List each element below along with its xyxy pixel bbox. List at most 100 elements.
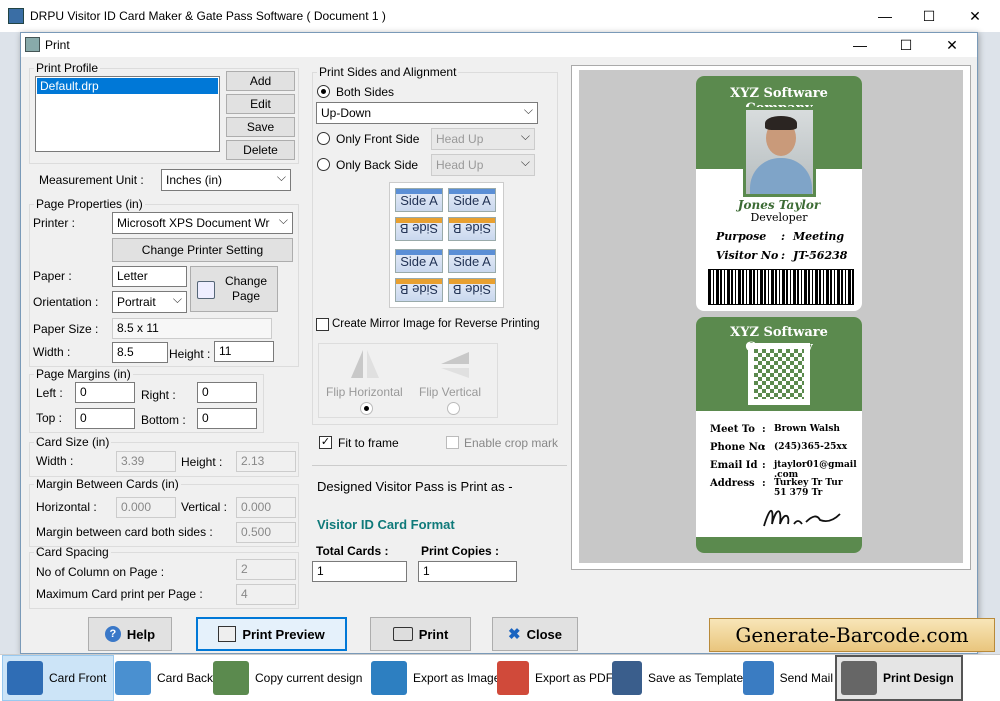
save-template-button[interactable]: Save as Template xyxy=(612,655,743,701)
app-maximize-button[interactable]: ☐ xyxy=(906,0,952,32)
left-margin-field[interactable]: 0 xyxy=(75,382,135,403)
help-label: Help xyxy=(126,626,156,642)
crop-mark-checkbox[interactable] xyxy=(446,436,459,449)
layout-preview: Side A Side A Side B Side B Side A Side … xyxy=(389,182,504,308)
print-copies-field[interactable]: 1 xyxy=(418,561,517,582)
card-back-button[interactable]: Card Back xyxy=(115,655,213,701)
measurement-unit-select[interactable]: Inches (in) xyxy=(161,169,291,191)
change-printer-button[interactable]: Change Printer Setting xyxy=(112,238,293,262)
save-template-label: Save as Template xyxy=(648,671,744,685)
layout-thumb: Side B xyxy=(448,217,496,241)
purpose-label: Purpose xyxy=(716,230,767,243)
mirror-image-checkbox[interactable] xyxy=(316,318,329,331)
close-button[interactable]: ✖ Close xyxy=(492,617,578,651)
both-sides-margin-label: Margin between card both sides : xyxy=(36,525,213,539)
dialog-maximize-button[interactable]: ☐ xyxy=(883,33,929,57)
app-minimize-button[interactable]: — xyxy=(862,0,908,32)
send-mail-label: Send Mail xyxy=(779,671,833,685)
address-label: Address xyxy=(710,478,755,489)
visitor-no-label: Visitor No xyxy=(716,249,779,262)
back-side-radio[interactable] xyxy=(317,158,330,171)
total-cards-field[interactable]: 1 xyxy=(312,561,407,582)
right-margin-field[interactable]: 0 xyxy=(197,382,257,403)
top-margin-field[interactable]: 0 xyxy=(75,408,135,429)
mirror-image-label[interactable]: Create Mirror Image for Reverse Printing xyxy=(332,318,540,330)
print-copies-label: Print Copies : xyxy=(421,544,500,558)
fit-to-frame-checkbox[interactable]: ✓ xyxy=(319,436,332,449)
profile-list[interactable]: Default.drp xyxy=(35,76,220,152)
change-page-button[interactable]: Change Page xyxy=(190,266,278,312)
fit-to-frame-label[interactable]: Fit to frame xyxy=(338,436,399,450)
photo-body xyxy=(750,158,812,194)
email-value: jtaylor01@gmail .com xyxy=(774,460,857,480)
back-side-label[interactable]: Only Back Side xyxy=(336,158,418,172)
both-sides-radio[interactable] xyxy=(317,85,330,98)
print-preview-icon xyxy=(218,626,237,642)
export-pdf-icon xyxy=(497,661,529,695)
layout-thumb: Side B xyxy=(395,278,443,302)
card-front-button[interactable]: Card Front xyxy=(2,655,114,701)
print-sides-legend: Print Sides and Alignment xyxy=(319,65,457,79)
bottom-margin-field[interactable]: 0 xyxy=(197,408,257,429)
delete-profile-button[interactable]: Delete xyxy=(226,140,295,160)
flip-vertical-icon xyxy=(441,352,469,378)
card-width-field[interactable]: 3.39 xyxy=(116,451,176,472)
vertical-margin-field[interactable]: 0.000 xyxy=(236,497,296,518)
orientation-select[interactable]: Portrait xyxy=(112,291,187,313)
app-close-button[interactable]: ✕ xyxy=(952,0,998,32)
export-image-button[interactable]: Export as Image xyxy=(371,655,500,701)
columns-field[interactable]: 2 xyxy=(236,559,296,580)
help-button[interactable]: ? Help xyxy=(88,617,172,651)
dialog-minimize-button[interactable]: — xyxy=(837,33,883,57)
print-design-label: Print Design xyxy=(883,671,954,685)
side-strip-right xyxy=(978,32,1000,654)
card-back-label: Card Back xyxy=(157,671,214,685)
both-sides-mode-select[interactable]: Up-Down xyxy=(316,102,538,124)
dialog-close-button[interactable]: ✕ xyxy=(929,33,975,57)
send-mail-button[interactable]: Send Mail xyxy=(743,655,833,701)
crop-mark-label[interactable]: Enable crop mark xyxy=(464,436,558,450)
card-height-field[interactable]: 2.13 xyxy=(236,451,296,472)
total-cards-label: Total Cards : xyxy=(316,544,389,558)
horizontal-margin-field[interactable]: 0.000 xyxy=(116,497,176,518)
edit-profile-button[interactable]: Edit xyxy=(226,94,295,114)
print-design-button[interactable]: Print Design xyxy=(835,655,963,701)
barcode xyxy=(708,269,854,305)
address-value: Turkey Tr Tur 51 379 Tr xyxy=(774,478,843,498)
front-side-label[interactable]: Only Front Side xyxy=(336,132,419,146)
paper-size-label: Paper Size : xyxy=(33,322,99,336)
add-profile-button[interactable]: Add xyxy=(226,71,295,91)
layout-thumb: Side B xyxy=(395,217,443,241)
profile-list-item[interactable]: Default.drp xyxy=(37,78,218,94)
save-profile-button[interactable]: Save xyxy=(226,117,295,137)
front-side-mode-select[interactable]: Head Up xyxy=(431,128,535,150)
page-width-field[interactable]: 8.5 xyxy=(112,342,168,363)
flip-vertical-label: Flip Vertical xyxy=(419,385,482,399)
both-sides-label[interactable]: Both Sides xyxy=(336,85,394,99)
app-title: DRPU Visitor ID Card Maker & Gate Pass S… xyxy=(30,9,386,23)
export-pdf-button[interactable]: Export as PDF xyxy=(497,655,613,701)
close-icon: ✖ xyxy=(508,626,521,643)
export-image-label: Export as Image xyxy=(413,671,501,685)
bottom-margin-label: Bottom : xyxy=(141,413,186,427)
printer-select[interactable]: Microsoft XPS Document Wr xyxy=(112,212,293,234)
back-side-mode-select[interactable]: Head Up xyxy=(431,154,535,176)
page-height-field[interactable]: 11 xyxy=(214,341,274,362)
max-cards-field[interactable]: 4 xyxy=(236,584,296,605)
print-profile-legend: Print Profile xyxy=(36,61,99,75)
print-button[interactable]: Print xyxy=(370,617,471,651)
back-card: XYZ Software Company Meet To : Brown Wal… xyxy=(696,317,862,553)
flip-horizontal-radio[interactable] xyxy=(360,402,373,415)
card-back-icon xyxy=(115,661,151,695)
copy-design-label: Copy current design xyxy=(255,671,363,685)
both-sides-margin-field[interactable]: 0.500 xyxy=(236,522,296,543)
meet-value: Brown Walsh xyxy=(774,424,840,434)
flip-vertical-radio[interactable] xyxy=(447,402,460,415)
print-preview-button[interactable]: Print Preview xyxy=(196,617,347,651)
paper-field[interactable]: Letter xyxy=(112,266,187,287)
email-label: Email Id xyxy=(710,460,758,471)
copy-design-button[interactable]: Copy current design xyxy=(213,655,362,701)
close-label: Close xyxy=(526,626,562,642)
front-side-radio[interactable] xyxy=(317,132,330,145)
visitor-no-value: JT-56238 xyxy=(793,249,848,262)
